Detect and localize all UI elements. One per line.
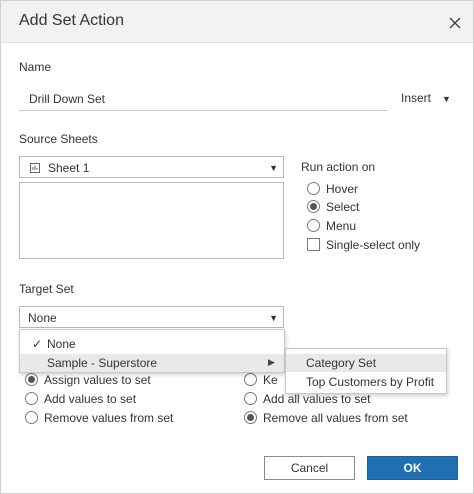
name-field[interactable] xyxy=(19,87,387,111)
radio-button-checked[interactable] xyxy=(244,411,257,424)
menu-item-sample-superstore[interactable]: Sample - Superstore ▶ xyxy=(20,354,284,372)
dialog-title: Add Set Action xyxy=(19,12,124,29)
radio-select-label: Select xyxy=(326,200,360,214)
cancel-button[interactable]: Cancel xyxy=(264,456,355,480)
insert-label: Insert xyxy=(401,91,432,105)
submenu-item-top-customers-label: Top Customers by Profit xyxy=(306,375,435,389)
close-icon[interactable] xyxy=(445,13,465,33)
source-sheets-label: Source Sheets xyxy=(19,132,98,146)
checkmark-icon: ✓ xyxy=(32,337,43,351)
radio-add-all-values-label: Add all values to set xyxy=(263,392,371,406)
source-sheets-dropdown[interactable]: Sheet 1 ▼ xyxy=(19,156,284,178)
radio-assign-values-label: Assign values to set xyxy=(44,373,151,387)
target-set-dropdown[interactable]: None ▼ xyxy=(19,306,284,328)
target-set-label: Target Set xyxy=(19,282,74,296)
add-set-action-dialog: Add Set Action Name Insert ▼ Source Sheet… xyxy=(0,0,474,494)
radio-button-checked[interactable] xyxy=(25,373,38,386)
radio-remove-values-label: Remove values from set xyxy=(44,411,174,425)
source-sheets-list[interactable] xyxy=(19,182,284,259)
chevron-down-icon: ▼ xyxy=(269,313,278,323)
submenu-item-category-set-label: Category Set xyxy=(306,356,377,370)
radio-button[interactable] xyxy=(25,411,38,424)
run-action-on-label: Run action on xyxy=(301,160,376,174)
radio-button[interactable] xyxy=(244,373,257,386)
submenu-item-top-customers[interactable]: Top Customers by Profit xyxy=(286,373,446,391)
source-sheets-value: Sheet 1 xyxy=(48,161,90,175)
menu-item-none[interactable]: ✓ None xyxy=(20,335,284,353)
radio-keep-set-values-label: Ke xyxy=(263,373,278,387)
radio-remove-all-values-label: Remove all values from set xyxy=(263,411,408,425)
radio-button[interactable] xyxy=(244,392,257,405)
single-select-only-label: Single-select only xyxy=(326,238,421,252)
radio-add-values-label: Add values to set xyxy=(44,392,137,406)
insert-button[interactable]: Insert ▼ xyxy=(401,91,451,105)
radio-button-checked[interactable] xyxy=(307,200,320,213)
chevron-down-icon: ▼ xyxy=(442,94,451,104)
menu-item-sample-superstore-label: Sample - Superstore xyxy=(47,356,158,370)
sample-superstore-submenu: Category Set Top Customers by Profit xyxy=(285,348,447,394)
radio-hover-label: Hover xyxy=(326,182,359,196)
radio-button[interactable] xyxy=(25,392,38,405)
checkbox[interactable] xyxy=(307,238,320,251)
radio-button[interactable] xyxy=(307,182,320,195)
target-set-value: None xyxy=(28,311,57,325)
menu-item-none-label: None xyxy=(47,337,76,351)
submenu-item-category-set[interactable]: Category Set xyxy=(286,354,446,372)
title-bar: Add Set Action xyxy=(1,1,473,43)
chevron-down-icon: ▼ xyxy=(269,163,278,173)
chevron-right-icon: ▶ xyxy=(268,357,275,367)
radio-button[interactable] xyxy=(307,219,320,232)
radio-menu-label: Menu xyxy=(326,219,357,233)
name-label: Name xyxy=(19,60,52,74)
target-set-menu: ✓ None Sample - Superstore ▶ xyxy=(19,329,285,373)
ok-button[interactable]: OK xyxy=(367,456,458,480)
sheet-icon xyxy=(30,163,40,173)
